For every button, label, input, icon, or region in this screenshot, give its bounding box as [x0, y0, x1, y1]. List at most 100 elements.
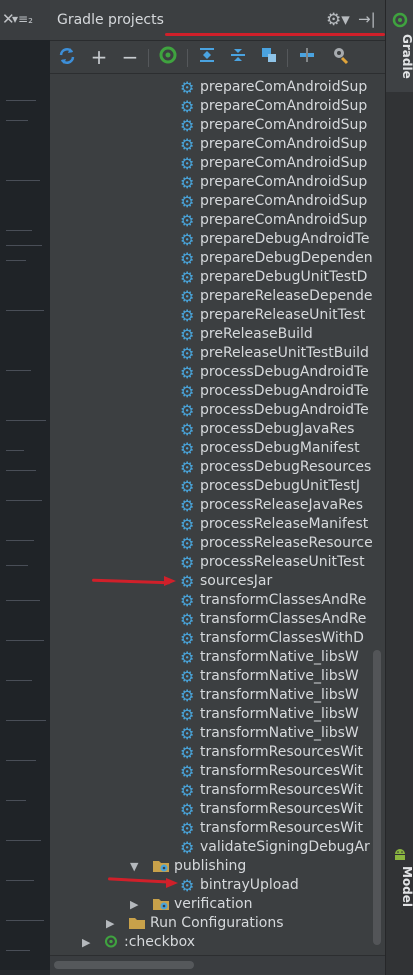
tree-item-label: transformNative_libsW — [200, 668, 359, 684]
gear-task-icon: ⚙ — [180, 553, 195, 572]
tree-group-run-configurations[interactable]: ▶ Run Configurations — [50, 914, 385, 933]
gear-task-icon: ⚙ — [180, 458, 195, 477]
task-item[interactable]: ⚙ prepareComAndroidSup — [50, 192, 385, 211]
task-item[interactable]: ⚙ processDebugUnitTestJ — [50, 477, 385, 496]
tree-module-checkbox[interactable]: ▶:checkbox — [50, 933, 385, 952]
tab-gradle[interactable]: Gradle — [386, 0, 413, 92]
gradle-execute-icon[interactable] — [156, 45, 180, 69]
task-item[interactable]: ⚙ processDebugManifest — [50, 439, 385, 458]
task-item[interactable]: ⚙ processReleaseManifest — [50, 515, 385, 534]
task-item[interactable]: ⚙ prepareReleaseUnitTest — [50, 306, 385, 325]
task-item[interactable]: ⚙ bintrayUpload — [50, 876, 385, 895]
tree-item-label: transformResourcesWit — [200, 820, 364, 836]
gear-task-icon: ⚙ — [180, 667, 195, 686]
task-item[interactable]: ⚙ transformNative_libsW — [50, 686, 385, 705]
task-item[interactable]: ⚙ transformResourcesWit — [50, 743, 385, 762]
task-item[interactable]: ⚙ transformResourcesWit — [50, 781, 385, 800]
tree-item-label: prepareComAndroidSup — [200, 174, 368, 190]
tree-item-label: prepareReleaseUnitTest — [200, 307, 366, 323]
task-item[interactable]: ⚙ prepareComAndroidSup — [50, 211, 385, 230]
gear-task-icon: ⚙ — [180, 876, 195, 895]
task-item[interactable]: ⚙ processDebugAndroidTe — [50, 363, 385, 382]
task-item[interactable]: ⚙ preReleaseBuild — [50, 325, 385, 344]
task-item[interactable]: ⚙ prepareComAndroidSup — [50, 97, 385, 116]
refresh-icon[interactable] — [55, 45, 79, 69]
gear-task-icon: ⚙ — [180, 686, 195, 705]
task-item[interactable]: ⚙ transformNative_libsW — [50, 648, 385, 667]
task-item[interactable]: ⚙ prepareDebugAndroidTe — [50, 230, 385, 249]
panel-toolbar: + − — [50, 41, 385, 74]
folder-icon — [129, 918, 145, 929]
vertical-scrollbar[interactable] — [373, 650, 381, 945]
tree-item-label: transformClassesAndRe — [200, 592, 367, 608]
task-item[interactable]: ⚙ prepareDebugUnitTestD — [50, 268, 385, 287]
task-item[interactable]: ⚙ transformResourcesWit — [50, 800, 385, 819]
toggle-offline-icon[interactable] — [295, 45, 319, 69]
gear-task-icon: ⚙ — [180, 781, 195, 800]
expand-all-icon[interactable] — [195, 45, 219, 69]
task-item[interactable]: ⚙ processReleaseJavaRes — [50, 496, 385, 515]
task-item[interactable]: ⚙ processDebugAndroidTe — [50, 382, 385, 401]
task-item[interactable]: ⚙ processDebugAndroidTe — [50, 401, 385, 420]
task-item[interactable]: ⚙ transformNative_libsW — [50, 724, 385, 743]
task-item[interactable]: ⚙ processDebugResources — [50, 458, 385, 477]
task-item[interactable]: ⚙ prepareDebugDependen — [50, 249, 385, 268]
tree-item-label: processReleaseResource — [200, 535, 373, 551]
link-icon[interactable] — [257, 45, 281, 69]
task-item[interactable]: ⚙ transformNative_libsW — [50, 705, 385, 724]
tree-group-publishing[interactable]: ▼ publishing — [50, 857, 385, 876]
task-item[interactable]: ⚙ prepareReleaseDepende — [50, 287, 385, 306]
task-item[interactable]: ⚙ transformNative_libsW — [50, 667, 385, 686]
task-item[interactable]: ⚙ validateSigningDebugAr — [50, 838, 385, 857]
gear-icon[interactable]: ⚙▾ — [326, 10, 350, 30]
tree-item-label: verification — [174, 896, 253, 912]
task-item[interactable]: ⚙ processReleaseResource — [50, 534, 385, 553]
task-item[interactable]: ⚙ transformResourcesWit — [50, 762, 385, 781]
build-settings-icon[interactable] — [329, 45, 353, 69]
gear-task-icon: ⚙ — [180, 306, 195, 325]
tree-group-verification[interactable]: ▶ verification — [50, 895, 385, 914]
horizontal-scrollbar[interactable] — [50, 955, 385, 974]
gear-task-icon: ⚙ — [180, 705, 195, 724]
gear-task-icon: ⚙ — [180, 838, 195, 857]
task-item[interactable]: ⚙ prepareComAndroidSup — [50, 173, 385, 192]
task-item[interactable]: ⚙ prepareComAndroidSup — [50, 116, 385, 135]
chevron-right-icon[interactable]: ▶ — [130, 895, 138, 914]
task-item[interactable]: ⚙ transformClassesAndRe — [50, 591, 385, 610]
tree-item-label: prepareComAndroidSup — [200, 193, 368, 209]
chevron-right-icon[interactable]: ▶ — [106, 914, 114, 933]
task-item[interactable]: ⚙ transformResourcesWit — [50, 819, 385, 838]
android-icon — [395, 849, 405, 860]
task-item[interactable]: ⚙ prepareComAndroidSup — [50, 135, 385, 154]
tree-item-label: transformClassesAndRe — [200, 611, 367, 627]
gear-task-icon: ⚙ — [180, 382, 195, 401]
chevron-right-icon[interactable]: ▶ — [82, 933, 90, 952]
tree-item-label: transformNative_libsW — [200, 725, 359, 741]
tab-android-model-label: Android Model — [400, 866, 413, 908]
tree-item-label: prepareDebugDependen — [200, 250, 373, 266]
hide-panel-icon[interactable]: →| — [358, 10, 376, 28]
task-item[interactable]: ⚙ prepareComAndroidSup — [50, 78, 385, 97]
task-item[interactable]: ⚙ preReleaseUnitTestBuild — [50, 344, 385, 363]
tab-android-model[interactable]: Android Model — [386, 840, 413, 960]
tree-item-label: prepareReleaseDepende — [200, 288, 373, 304]
gear-task-icon: ⚙ — [180, 439, 195, 458]
gear-task-icon: ⚙ — [180, 610, 195, 629]
gear-task-icon: ⚙ — [180, 800, 195, 819]
task-item[interactable]: ⚙ transformClassesWithD — [50, 629, 385, 648]
task-item[interactable]: ⚙ processDebugJavaRes — [50, 420, 385, 439]
add-button[interactable]: + — [87, 45, 111, 69]
chevron-down-icon[interactable]: ▼ — [130, 857, 138, 876]
task-item[interactable]: ⚙ processReleaseUnitTest — [50, 553, 385, 572]
remove-button[interactable]: − — [118, 45, 142, 69]
gradle-icon — [392, 12, 408, 28]
tree-item-label: sourcesJar — [200, 573, 273, 589]
gear-task-icon: ⚙ — [180, 135, 195, 154]
editor-tab-list-menu[interactable]: ▾≡₂ — [12, 12, 42, 26]
task-item[interactable]: ⚙ prepareComAndroidSup — [50, 154, 385, 173]
tree-item-label: transformResourcesWit — [200, 801, 364, 817]
gear-task-icon: ⚙ — [180, 325, 195, 344]
task-item[interactable]: ⚙ transformClassesAndRe — [50, 610, 385, 629]
gear-task-icon: ⚙ — [180, 116, 195, 135]
collapse-all-icon[interactable] — [226, 45, 250, 69]
